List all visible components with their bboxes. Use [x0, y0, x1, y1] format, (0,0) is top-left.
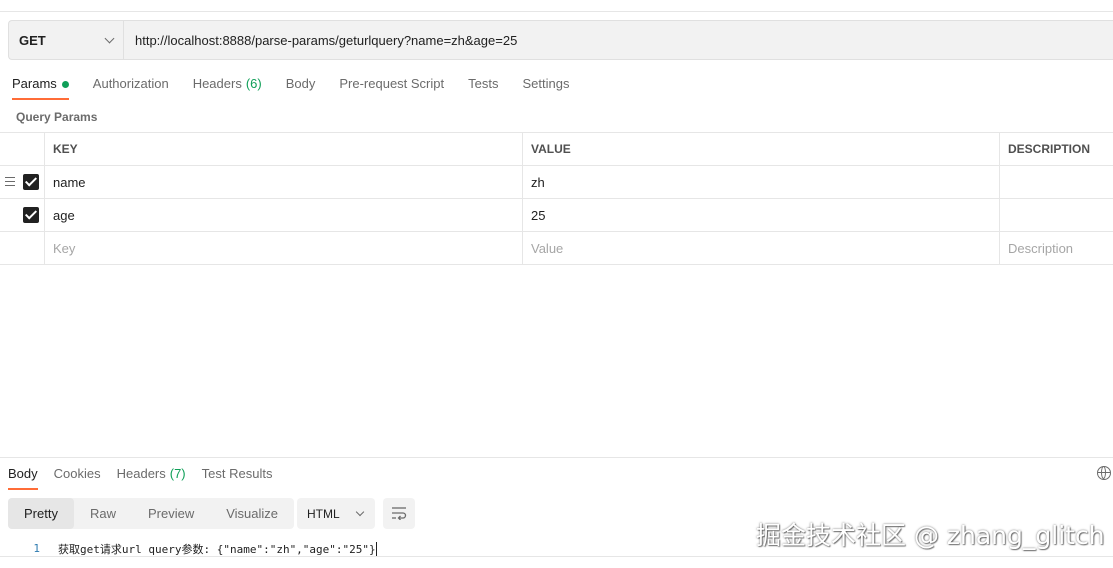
row-control-cell: [0, 232, 45, 264]
tab-label: Body: [285, 76, 316, 91]
method-select[interactable]: GET: [9, 21, 124, 59]
new-key-input[interactable]: Key: [45, 232, 523, 264]
param-enabled-checkbox[interactable]: [23, 207, 39, 223]
text-caret: [375, 541, 377, 556]
format-label: HTML: [307, 506, 340, 521]
response-body-text: 获取get请求url query参数: {"name":"zh","age":"…: [58, 542, 376, 556]
tab-label: Authorization: [92, 76, 169, 91]
request-tabs: Params Authorization Headers (6) Body Pr…: [12, 76, 593, 100]
tab-count: (6): [245, 76, 262, 91]
new-value-input[interactable]: Value: [523, 232, 1000, 264]
chevron-down-icon: [104, 33, 115, 43]
table-row-new: Key Value Description: [0, 232, 1113, 265]
tab-label: Params: [12, 76, 57, 91]
tab-authorization[interactable]: Authorization: [93, 76, 169, 100]
tab-label: Pre-request Script: [339, 76, 445, 91]
tab-label: Settings: [522, 76, 570, 91]
tab-pre-request-script[interactable]: Pre-request Script: [339, 76, 444, 100]
tab-body[interactable]: Body: [286, 76, 316, 100]
response-view-modes: Pretty Raw Preview Visualize: [8, 498, 295, 529]
table-row: name zh: [0, 166, 1113, 199]
url-input[interactable]: http://localhost:8888/parse-params/getur…: [124, 33, 1113, 48]
top-divider: [0, 11, 1113, 12]
response-divider: [0, 457, 1113, 458]
param-value-cell[interactable]: zh: [523, 166, 1000, 198]
view-raw-button[interactable]: Raw: [74, 498, 132, 529]
param-description-cell[interactable]: [1000, 199, 1113, 231]
response-tabs: Body Cookies Headers (7) Test Results: [8, 466, 296, 490]
view-visualize-button[interactable]: Visualize: [210, 498, 294, 529]
column-header-key: KEY: [45, 133, 523, 165]
param-enabled-checkbox[interactable]: [23, 174, 39, 190]
header-control-cell: [0, 133, 45, 165]
column-header-description: DESCRIPTION: [1008, 142, 1091, 156]
view-preview-button[interactable]: Preview: [132, 498, 210, 529]
tab-count: (7): [169, 466, 186, 481]
chevron-down-icon: [355, 507, 365, 516]
globe-icon[interactable]: [1097, 466, 1111, 480]
param-key-cell[interactable]: name: [45, 166, 523, 198]
wrap-lines-icon: [392, 507, 407, 520]
response-tab-body[interactable]: Body: [8, 466, 38, 490]
table-row: age 25: [0, 199, 1113, 232]
response-tab-headers[interactable]: Headers (7): [117, 466, 186, 490]
tab-label: Tests: [468, 76, 499, 91]
tab-tests[interactable]: Tests: [468, 76, 498, 100]
column-header-value: VALUE: [523, 133, 1000, 165]
watermark: 掘金技术社区 @ zhang_glitch: [756, 521, 1105, 550]
table-header: KEY VALUE DESCRIPTION: [0, 133, 1113, 166]
row-control-cell: [0, 166, 45, 198]
response-tab-test-results[interactable]: Test Results: [202, 466, 273, 490]
tab-headers[interactable]: Headers (6): [193, 76, 262, 100]
param-key-cell[interactable]: age: [45, 199, 523, 231]
method-label: GET: [19, 32, 46, 48]
drag-handle-icon[interactable]: [5, 177, 15, 186]
wrap-lines-button[interactable]: [383, 498, 415, 529]
request-bar: GET http://localhost:8888/parse-params/g…: [8, 20, 1113, 60]
format-select[interactable]: HTML: [297, 498, 375, 529]
tab-label: Body: [8, 466, 38, 481]
query-params-table: KEY VALUE DESCRIPTION name zh age 25 Key…: [0, 132, 1113, 265]
param-description-cell[interactable]: [1000, 166, 1113, 198]
new-description-input[interactable]: Description: [1000, 232, 1113, 264]
active-dot-icon: [61, 81, 69, 88]
tab-label: Headers: [116, 466, 166, 481]
tab-label: Headers: [192, 76, 242, 91]
row-control-cell: [0, 199, 45, 231]
tab-label: Cookies: [53, 466, 101, 481]
view-pretty-button[interactable]: Pretty: [8, 498, 74, 529]
line-number: 1: [33, 542, 40, 555]
tab-settings[interactable]: Settings: [522, 76, 569, 100]
query-params-title: Query Params: [16, 110, 98, 124]
response-tab-cookies[interactable]: Cookies: [54, 466, 101, 490]
tab-params[interactable]: Params: [12, 76, 69, 100]
tab-label: Test Results: [201, 466, 273, 481]
param-value-cell[interactable]: 25: [523, 199, 1000, 231]
